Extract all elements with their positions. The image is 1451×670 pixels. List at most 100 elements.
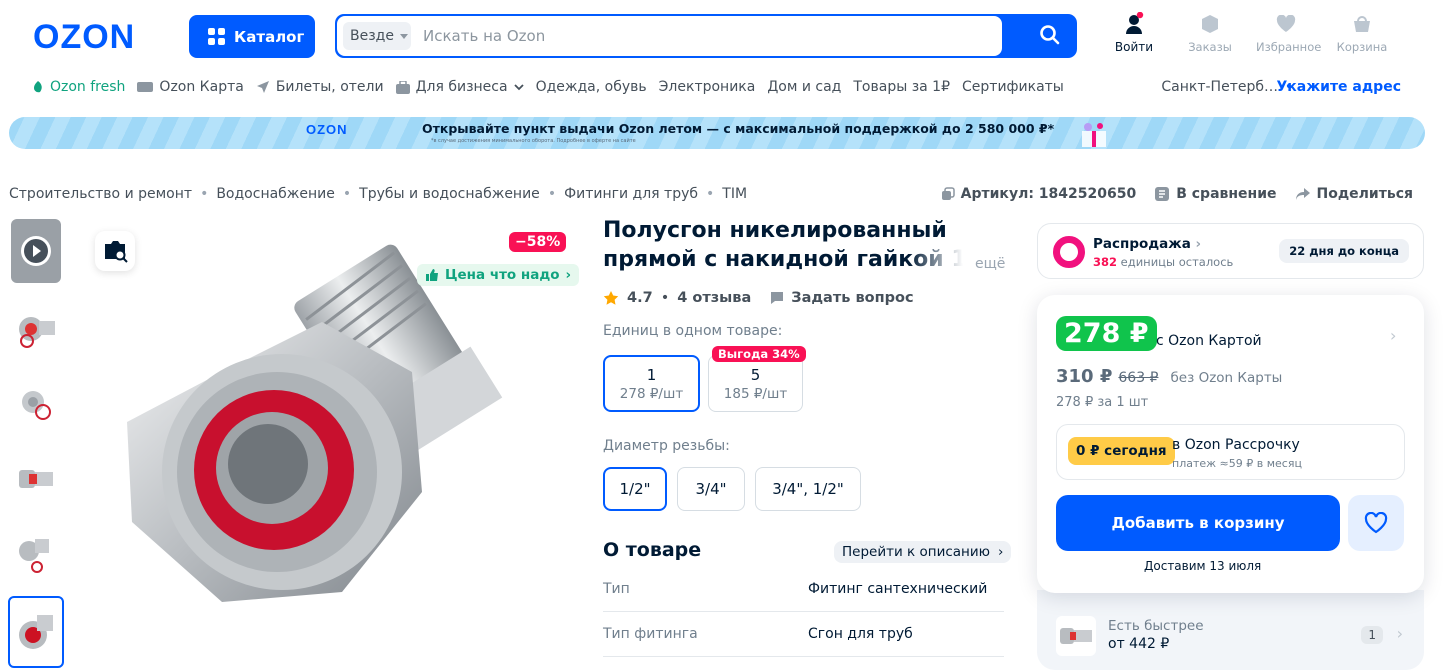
thumbnail-image-selected[interactable] bbox=[8, 596, 64, 668]
good-price-label: Цена что надо bbox=[445, 267, 560, 283]
city-selector[interactable]: Санкт-Петерб… bbox=[1161, 79, 1278, 95]
banner-logo: OZON bbox=[306, 122, 348, 137]
nav-tickets[interactable]: Билеты, отели bbox=[256, 79, 384, 95]
nav-label: Для бизнеса bbox=[415, 79, 508, 95]
chevron-down-icon bbox=[513, 83, 524, 90]
spec-key: Тип bbox=[603, 581, 630, 597]
breadcrumb-item[interactable]: Строительство и ремонт bbox=[9, 186, 192, 202]
gift-box-icon bbox=[1082, 123, 1106, 147]
fitting-thumb bbox=[19, 615, 53, 649]
price-per-unit: 278 ₽ за 1 шт bbox=[1056, 395, 1149, 410]
units-option-1[interactable]: 1 278 ₽/шт bbox=[603, 355, 700, 412]
breadcrumb-item[interactable]: Фитинги для труб bbox=[564, 186, 698, 202]
nav-clothes[interactable]: Одежда, обувь bbox=[536, 79, 647, 95]
search-bar: Везде Искать на Ozon bbox=[335, 14, 1077, 58]
search-scope-select[interactable]: Везде bbox=[343, 22, 411, 50]
favorites-button[interactable]: Избранное bbox=[1256, 12, 1322, 54]
compare-button[interactable]: В сравнение bbox=[1154, 186, 1277, 202]
about-title: О товаре bbox=[603, 539, 702, 561]
good-price-badge[interactable]: Цена что надо › bbox=[417, 264, 580, 286]
to-description-label: Перейти к описанию bbox=[842, 544, 990, 560]
units-option-5[interactable]: 5 185 ₽/шт bbox=[708, 355, 803, 412]
units-label: Единиц в одном товаре: bbox=[603, 323, 783, 339]
option-value: 1 bbox=[646, 365, 657, 384]
breadcrumb-item[interactable]: Трубы и водоснабжение bbox=[359, 186, 540, 202]
chat-icon bbox=[771, 292, 784, 304]
box-icon bbox=[1202, 15, 1218, 33]
fitting-thumb bbox=[19, 539, 49, 573]
thread-option[interactable]: 3/4" bbox=[677, 467, 745, 511]
thread-option[interactable]: 3/4", 1/2" bbox=[755, 467, 861, 511]
faster-delivery-row[interactable]: Есть быстрее от 442 ₽ 1 › bbox=[1056, 614, 1405, 658]
add-to-cart-button[interactable]: Добавить в корзину bbox=[1056, 495, 1340, 551]
installment-badge: 0 ₽ сегодня bbox=[1068, 437, 1175, 465]
visual-search-button[interactable] bbox=[95, 231, 135, 271]
breadcrumb-item[interactable]: Водоснабжение bbox=[216, 186, 335, 202]
sale-ring-icon bbox=[1053, 236, 1085, 268]
copy-icon bbox=[941, 187, 955, 200]
breadcrumb-item[interactable]: TIM bbox=[722, 186, 747, 202]
thumbnail-image[interactable] bbox=[11, 371, 61, 435]
login-button[interactable]: Войти bbox=[1104, 12, 1164, 54]
favorites-label: Избранное bbox=[1256, 40, 1322, 54]
installment-sub: платеж ≈59 ₽ в месяц bbox=[1172, 457, 1302, 470]
catalog-button[interactable]: Каталог bbox=[189, 15, 315, 58]
article-copy[interactable]: Артикул: 1842520650 bbox=[941, 186, 1137, 202]
star-icon bbox=[603, 291, 619, 305]
cart-button[interactable]: Корзина bbox=[1332, 12, 1392, 54]
nav-label: Ozon fresh bbox=[50, 79, 126, 95]
thread-option[interactable]: 1/2" bbox=[603, 467, 667, 511]
option-price: 278 ₽/шт bbox=[619, 385, 684, 402]
nav-electronics[interactable]: Электроника bbox=[659, 79, 756, 95]
visual-search-icon bbox=[105, 241, 128, 263]
separator-dot: • bbox=[547, 186, 557, 202]
search-button[interactable] bbox=[1039, 24, 1061, 50]
nav-goods-1rub[interactable]: Товары за 1₽ bbox=[853, 79, 950, 95]
cart-icon bbox=[1354, 16, 1370, 32]
savings-badge: Выгода 34% bbox=[712, 346, 806, 362]
nav-certificates[interactable]: Сертификаты bbox=[962, 79, 1064, 95]
heart-icon bbox=[1276, 15, 1296, 32]
ask-question-button[interactable]: Задать вопрос bbox=[769, 290, 914, 306]
sale-title: Распродажа › bbox=[1093, 236, 1201, 252]
spec-value: Фитинг сантехнический bbox=[808, 581, 988, 597]
reviews-link[interactable]: 4 отзыва bbox=[677, 290, 751, 306]
nav-label: Ozon Карта bbox=[159, 79, 244, 95]
orders-button[interactable]: Заказы bbox=[1180, 12, 1240, 54]
installment-title: в Ozon Рассрочку bbox=[1172, 437, 1300, 453]
faster-label: Есть быстрее bbox=[1108, 618, 1204, 634]
promo-banner[interactable]: OZON Открывайте пункт выдачи Ozon летом … bbox=[9, 117, 1425, 149]
regular-price-row: 310 ₽ 663 ₽ без Ozon Карты bbox=[1056, 366, 1282, 387]
ask-label: Задать вопрос bbox=[791, 290, 914, 306]
thumbnail-image[interactable] bbox=[11, 296, 61, 360]
fitting-thumb bbox=[19, 470, 53, 488]
search-input[interactable]: Везде Искать на Ozon bbox=[337, 16, 1002, 56]
nav-ozon-card[interactable]: Ozon Карта bbox=[137, 79, 244, 95]
nav-ozon-fresh[interactable]: Ozon fresh bbox=[32, 79, 125, 95]
sale-widget[interactable]: Распродажа › 382 единицы осталось 22 дня… bbox=[1037, 223, 1424, 279]
ozon-logo[interactable]: OZON bbox=[33, 18, 135, 57]
favorite-button[interactable] bbox=[1348, 495, 1404, 551]
thumbnail-image[interactable] bbox=[11, 447, 61, 511]
briefcase-icon bbox=[395, 80, 410, 94]
nav-business[interactable]: Для бизнеса bbox=[395, 79, 524, 95]
address-link[interactable]: Укажите адрес bbox=[1276, 79, 1401, 95]
to-description-button[interactable]: Перейти к описанию › bbox=[834, 541, 1012, 563]
chevron-right-icon[interactable]: › bbox=[1390, 326, 1396, 345]
option-value: 5 bbox=[750, 365, 761, 384]
chevron-down-icon bbox=[399, 33, 408, 39]
thumbnail-video[interactable] bbox=[11, 219, 61, 283]
login-label: Войти bbox=[1114, 40, 1154, 54]
article-label: Артикул: 1842520650 bbox=[960, 186, 1137, 202]
thumbnail-image[interactable] bbox=[11, 522, 61, 586]
share-icon bbox=[1295, 188, 1310, 200]
share-button[interactable]: Поделиться bbox=[1295, 186, 1413, 202]
product-meta: Артикул: 1842520650 В сравнение Поделить… bbox=[941, 186, 1413, 202]
nav-home-garden[interactable]: Дом и сад bbox=[767, 79, 841, 95]
title-more-link[interactable]: ещё bbox=[975, 256, 1005, 272]
spec-key: Тип фитинга bbox=[603, 626, 698, 642]
separator-dot: • bbox=[706, 186, 715, 202]
product-image[interactable] bbox=[92, 222, 572, 662]
installment-widget[interactable]: 0 ₽ сегодня в Ozon Рассрочку платеж ≈59 … bbox=[1056, 424, 1405, 480]
cart-label: Корзина bbox=[1336, 40, 1388, 54]
